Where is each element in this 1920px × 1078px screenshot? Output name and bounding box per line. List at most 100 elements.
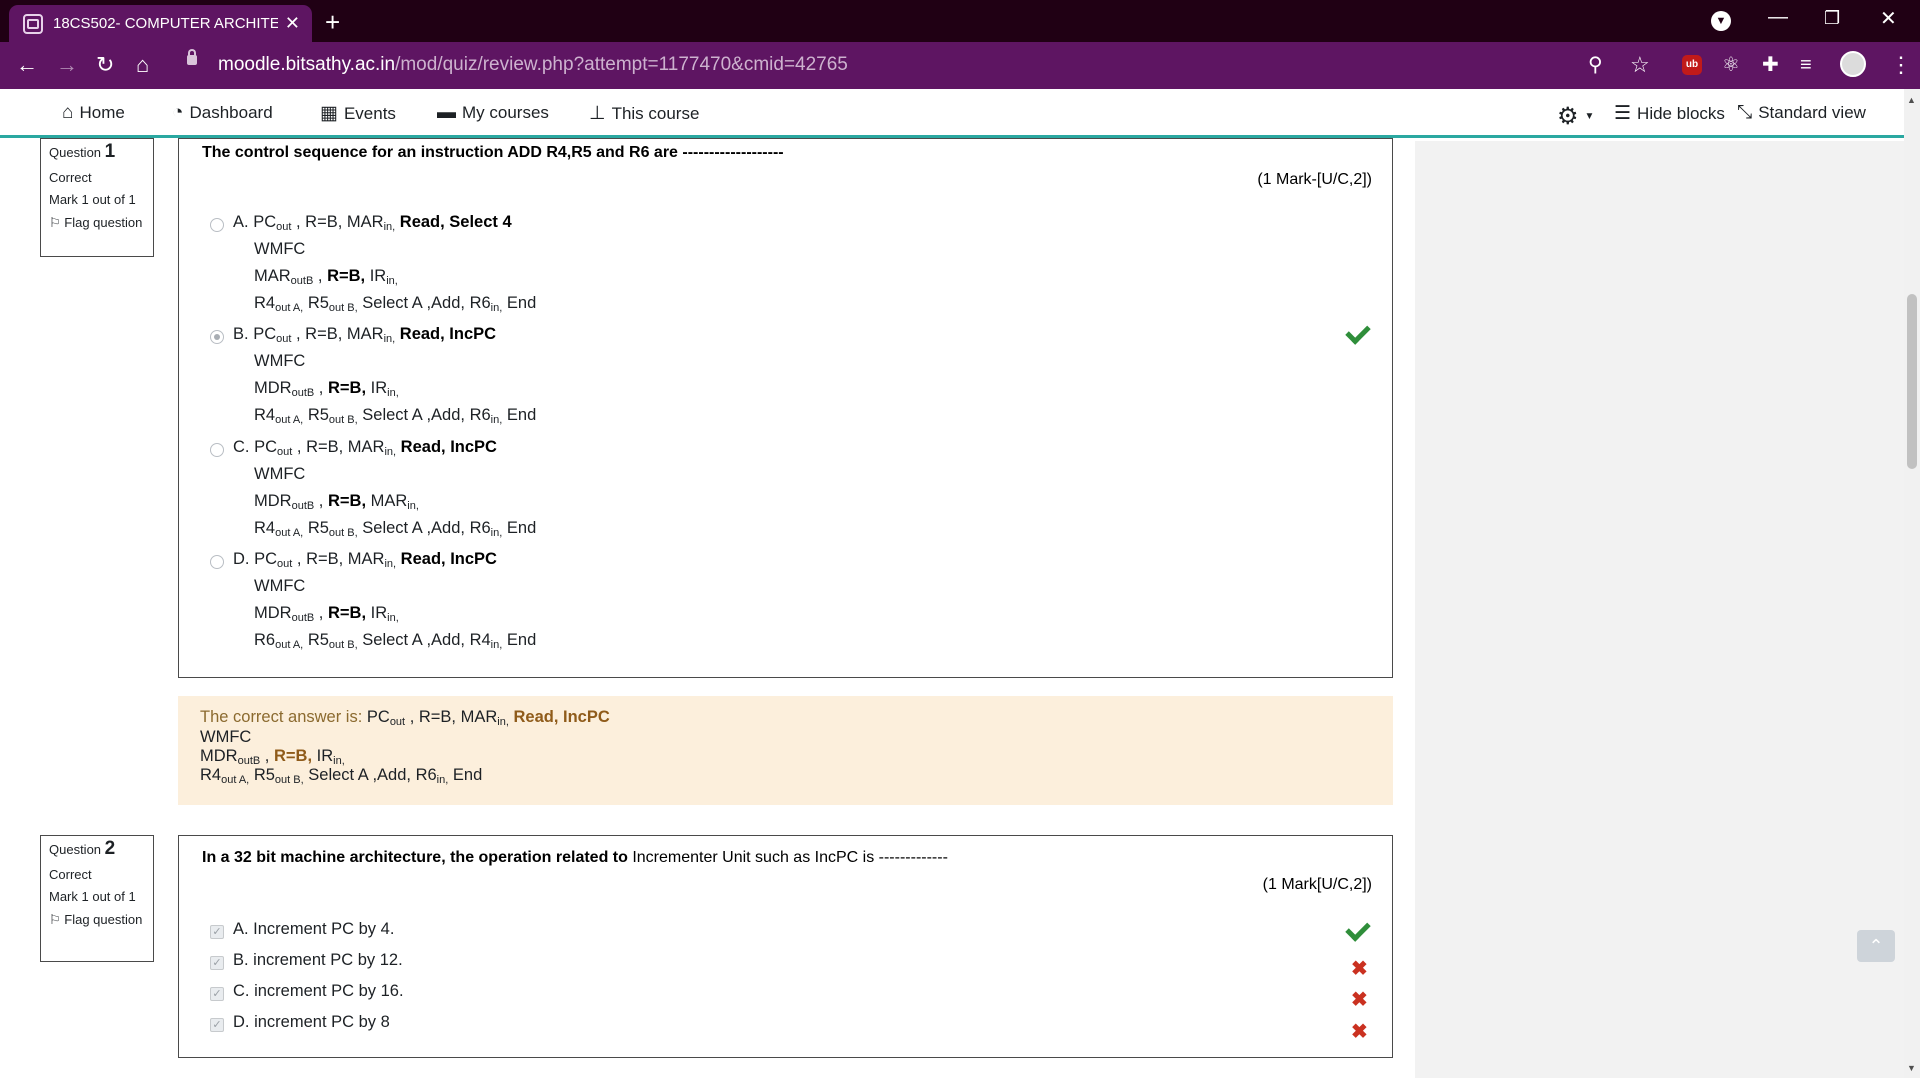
- caret-down-icon: ▼: [1584, 111, 1595, 122]
- option-b-label[interactable]: B. increment PC by 12.: [233, 951, 403, 970]
- hide-blocks-label: Hide blocks: [1637, 103, 1725, 123]
- option-b-line-1[interactable]: B. PCout , R=B, MARin, Read, IncPC: [233, 325, 496, 345]
- forward-arrow-icon[interactable]: →: [56, 52, 78, 78]
- option-a-line-1[interactable]: A. PCout , R=B, MARin, Read, Select 4: [233, 213, 512, 233]
- url-path: /mod/quiz/review.php?attempt=1177470&cmi…: [395, 54, 848, 75]
- standard-view-label: Standard view: [1758, 103, 1866, 122]
- option-c-line-3: MDRoutB , R=B, MARin,: [254, 492, 419, 512]
- home-icon: ⌂: [62, 102, 74, 123]
- question-text: In a 32 bit machine architecture, the op…: [202, 849, 948, 866]
- option-c-line-1[interactable]: C. PCout , R=B, MARin, Read, IncPC: [233, 438, 497, 458]
- nav-events-label: Events: [343, 103, 396, 123]
- option-d-radio[interactable]: [210, 555, 224, 569]
- option-a-radio[interactable]: [210, 218, 224, 232]
- option-d-label[interactable]: D. increment PC by 8: [233, 1013, 390, 1032]
- settings-menu[interactable]: ⚙ ▼: [1557, 102, 1594, 131]
- correct-answer-feedback: The correct answer is: PCout , R=B, MARi…: [178, 696, 1393, 805]
- blocks-column: [1415, 141, 1904, 1078]
- option-c-radio[interactable]: [210, 443, 224, 457]
- feedback-line-3: MDRoutB , R=B, IRin,: [200, 747, 345, 767]
- page-scrollbar[interactable]: ▲ ▼: [1904, 89, 1920, 1078]
- home-icon[interactable]: ⌂: [136, 52, 149, 78]
- nav-dashboard[interactable]: ◔ Dashboard: [172, 102, 273, 124]
- question-mark: Mark 1 out of 1: [49, 192, 136, 207]
- moodle-favicon-icon: [23, 13, 43, 34]
- back-arrow-icon[interactable]: ←: [16, 52, 38, 78]
- address-bar[interactable]: moodle.bitsathy.ac.in/mod/quiz/review.ph…: [218, 54, 848, 76]
- sitemap-icon: ⊥: [589, 103, 606, 124]
- option-b-line-4: R4out A, R5out B, Select A ,Add, R6in, E…: [254, 406, 537, 426]
- download-icon[interactable]: ▼: [1711, 11, 1731, 31]
- browser-tab-bar: 18CS502- COMPUTER ARCHITEC ✕ + ▼ — ❐ ✕: [0, 0, 1920, 42]
- question-text: The control sequence for an instruction …: [202, 144, 784, 161]
- zoom-icon[interactable]: ⚲: [1588, 52, 1603, 78]
- option-c-line-4: R4out A, R5out B, Select A ,Add, R6in, E…: [254, 519, 537, 539]
- option-b-radio[interactable]: [210, 330, 224, 344]
- option-a-checkbox[interactable]: ✓: [210, 925, 224, 939]
- scroll-up-arrow-icon[interactable]: ▲: [1907, 95, 1916, 105]
- incorrect-x-icon: ✖: [1351, 958, 1368, 980]
- option-a-label[interactable]: A. Increment PC by 4.: [233, 920, 394, 939]
- question-number: Question 2: [49, 838, 145, 860]
- tab-close-icon[interactable]: ✕: [285, 13, 300, 34]
- reload-icon[interactable]: ↻: [96, 52, 114, 78]
- scroll-down-arrow-icon[interactable]: ▼: [1907, 1063, 1916, 1073]
- option-b-checkbox[interactable]: ✓: [210, 956, 224, 970]
- option-d-line-1[interactable]: D. PCout , R=B, MARin, Read, IncPC: [233, 550, 497, 570]
- hide-blocks-button[interactable]: ☰ Hide blocks: [1614, 102, 1725, 125]
- media-queue-icon[interactable]: ≡: [1800, 52, 1812, 78]
- bookmark-star-icon[interactable]: ☆: [1630, 52, 1650, 78]
- question-1-content: The control sequence for an instruction …: [178, 138, 1393, 678]
- option-a-line-2: WMFC: [254, 240, 306, 258]
- scrollbar-thumb[interactable]: [1907, 294, 1917, 469]
- nav-events[interactable]: ▦ Events: [320, 102, 396, 125]
- option-c-label[interactable]: C. increment PC by 16.: [233, 982, 404, 1001]
- option-c-checkbox[interactable]: ✓: [210, 987, 224, 1001]
- list-icon: ☰: [1614, 103, 1632, 124]
- nav-dashboard-label: Dashboard: [189, 103, 273, 122]
- tab-title: 18CS502- COMPUTER ARCHITEC: [53, 15, 278, 32]
- nav-home-label: Home: [79, 103, 125, 122]
- correct-check-icon: [1345, 319, 1371, 345]
- standard-view-button[interactable]: ⤡ Standard view: [1737, 102, 1866, 124]
- menu-kebab-icon[interactable]: ⋮: [1890, 52, 1912, 78]
- question-number: Question 1: [49, 141, 145, 163]
- flag-question-link[interactable]: ⚐ Flag question: [49, 215, 145, 230]
- back-to-top-button[interactable]: ⌃: [1857, 930, 1895, 962]
- correct-check-icon: [1345, 916, 1371, 942]
- flag-question-link[interactable]: ⚐ Flag question: [49, 912, 145, 927]
- close-window-button[interactable]: ✕: [1880, 6, 1897, 31]
- moodle-navbar: ⌂ Home ◔ Dashboard ▦ Events ▬ My courses…: [0, 89, 1904, 138]
- question-label: Question: [49, 842, 102, 857]
- option-d-line-3: MDRoutB , R=B, IRin,: [254, 604, 399, 624]
- ublock-icon[interactable]: ub: [1682, 55, 1702, 75]
- question-mark: Mark 1 out of 1: [49, 889, 136, 904]
- extensions-puzzle-icon[interactable]: ✚: [1762, 52, 1779, 78]
- option-d-line-2: WMFC: [254, 577, 306, 595]
- minimize-button[interactable]: —: [1768, 6, 1788, 29]
- gear-icon: ⚙: [1557, 103, 1579, 130]
- dashboard-icon: ◔: [172, 102, 184, 123]
- react-devtools-icon[interactable]: ⚛: [1722, 52, 1740, 78]
- flag-question-label: Flag question: [64, 912, 143, 927]
- option-d-checkbox[interactable]: ✓: [210, 1018, 224, 1032]
- lock-icon[interactable]: [187, 49, 197, 65]
- question-state: Correct: [49, 170, 92, 185]
- option-a-line-3: MARoutB , R=B, IRin,: [254, 267, 398, 287]
- option-b-line-3: MDRoutB , R=B, IRin,: [254, 379, 399, 399]
- profile-avatar[interactable]: [1840, 51, 1866, 77]
- question-2-info: Question 2 Correct Mark 1 out of 1 ⚐ Fla…: [40, 835, 154, 962]
- flag-question-label: Flag question: [64, 215, 143, 230]
- incorrect-x-icon: ✖: [1351, 989, 1368, 1011]
- question-2-content: In a 32 bit machine architecture, the op…: [178, 835, 1393, 1058]
- expand-arrows-icon: ⤡: [1737, 102, 1753, 123]
- restore-button[interactable]: ❐: [1824, 8, 1840, 29]
- nav-this-course[interactable]: ⊥ This course: [589, 102, 699, 125]
- browser-tab[interactable]: 18CS502- COMPUTER ARCHITEC ✕: [9, 5, 312, 42]
- flag-icon: ⚐: [49, 215, 61, 230]
- nav-my-courses[interactable]: ▬ My courses: [437, 102, 549, 124]
- new-tab-button[interactable]: +: [325, 7, 340, 38]
- nav-home[interactable]: ⌂ Home: [62, 102, 125, 124]
- feedback-line-1: The correct answer is: PCout , R=B, MARi…: [200, 708, 610, 728]
- question-state: Correct: [49, 867, 92, 882]
